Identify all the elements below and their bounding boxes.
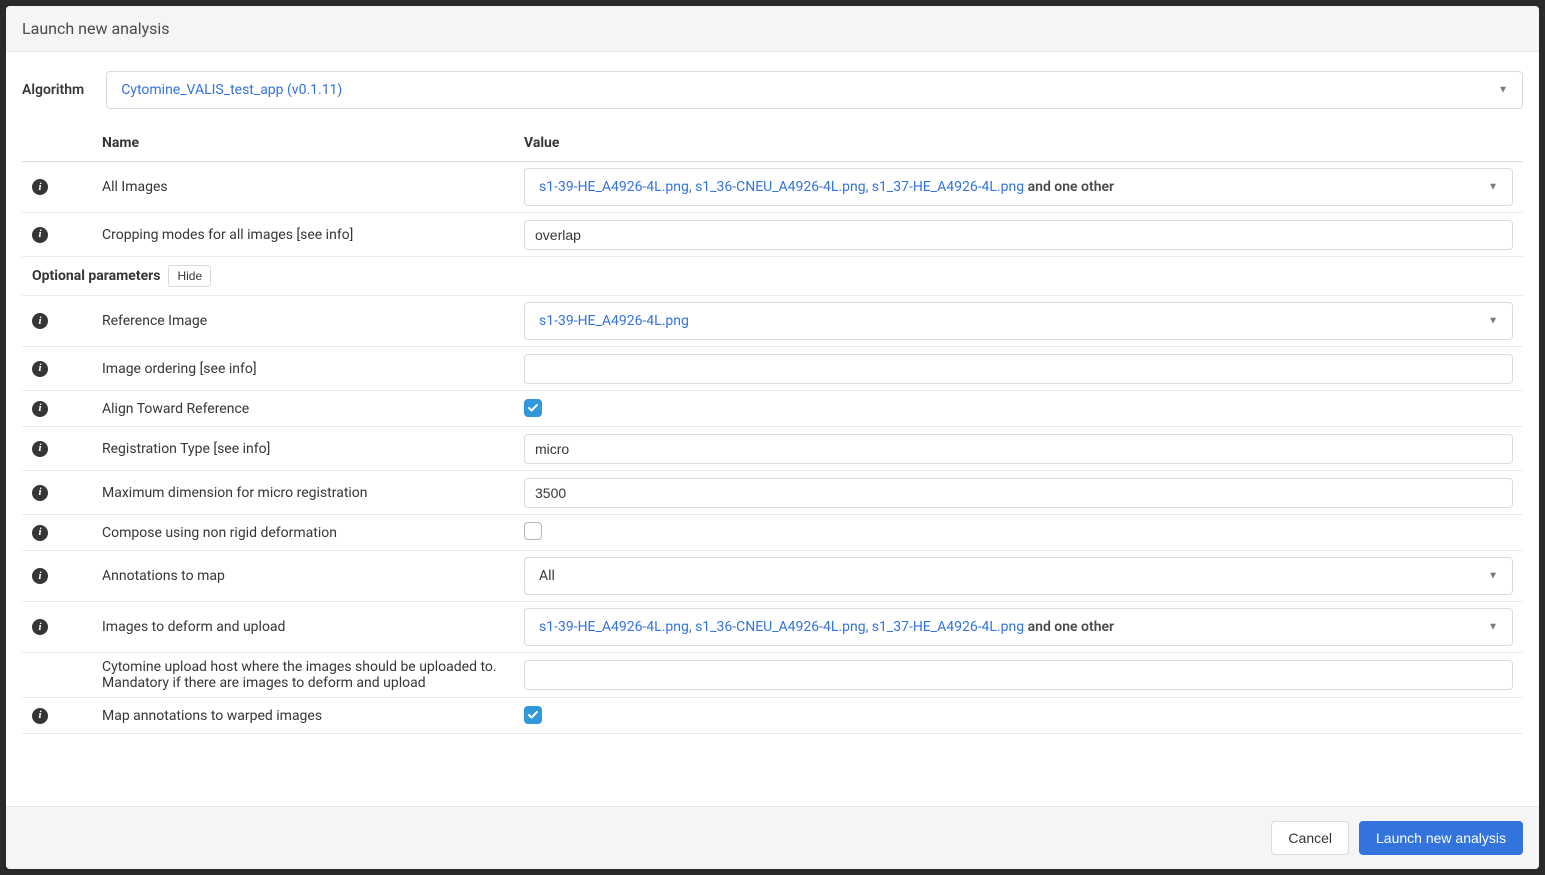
image-ordering-input[interactable] xyxy=(524,354,1513,384)
hide-optional-button[interactable]: Hide xyxy=(168,265,211,287)
info-icon[interactable]: i xyxy=(32,361,48,377)
param-label: Registration Type [see info] xyxy=(102,441,270,457)
all-images-value-suffix: and one other xyxy=(1024,179,1114,195)
info-icon[interactable]: i xyxy=(32,179,48,195)
all-images-dropdown[interactable]: s1-39-HE_A4926-4L.png, s1_36-CNEU_A4926-… xyxy=(524,168,1513,206)
param-image-ordering: i Image ordering [see info] xyxy=(22,347,1523,391)
info-icon[interactable]: i xyxy=(32,619,48,635)
info-icon[interactable]: i xyxy=(32,227,48,243)
param-annotations-to-map: i Annotations to map All ▼ xyxy=(22,551,1523,602)
param-cropping: i Cropping modes for all images [see inf… xyxy=(22,213,1523,257)
info-icon[interactable]: i xyxy=(32,708,48,724)
param-map-annotations: i Map annotations to warped images xyxy=(22,698,1523,734)
info-icon[interactable]: i xyxy=(32,485,48,501)
modal-body: Algorithm Cytomine_VALIS_test_app (v0.1.… xyxy=(6,52,1539,806)
annotations-to-map-value: All xyxy=(539,568,555,584)
algorithm-label: Algorithm xyxy=(22,82,84,98)
param-label: Cropping modes for all images [see info] xyxy=(102,227,353,243)
param-label: Cytomine upload host where the images sh… xyxy=(102,659,497,691)
params-header: Name Value xyxy=(22,125,1523,162)
param-label: Reference Image xyxy=(102,313,207,329)
all-images-value-link: s1-39-HE_A4926-4L.png, s1_36-CNEU_A4926-… xyxy=(539,179,1024,195)
modal-header: Launch new analysis xyxy=(6,6,1539,52)
reference-image-value: s1-39-HE_A4926-4L.png xyxy=(539,313,689,329)
cropping-input[interactable] xyxy=(524,220,1513,250)
map-annotations-checkbox[interactable] xyxy=(524,706,542,724)
column-value: Value xyxy=(524,135,1523,151)
param-label: Maximum dimension for micro registration xyxy=(102,485,368,501)
param-reference-image: i Reference Image s1-39-HE_A4926-4L.png … xyxy=(22,296,1523,347)
registration-type-input[interactable] xyxy=(524,434,1513,464)
cancel-button[interactable]: Cancel xyxy=(1271,821,1349,855)
param-label: Images to deform and upload xyxy=(102,619,285,635)
images-deform-dropdown[interactable]: s1-39-HE_A4926-4L.png, s1_36-CNEU_A4926-… xyxy=(524,608,1513,646)
info-icon[interactable]: i xyxy=(32,568,48,584)
param-registration-type: i Registration Type [see info] xyxy=(22,427,1523,471)
param-all-images: i All Images s1-39-HE_A4926-4L.png, s1_3… xyxy=(22,162,1523,213)
algorithm-row: Algorithm Cytomine_VALIS_test_app (v0.1.… xyxy=(22,71,1523,109)
launch-analysis-modal: Launch new analysis Algorithm Cytomine_V… xyxy=(6,6,1539,869)
modal-footer: Cancel Launch new analysis xyxy=(6,806,1539,869)
info-icon[interactable]: i xyxy=(32,313,48,329)
align-toward-reference-checkbox[interactable] xyxy=(524,399,542,417)
param-upload-host: Cytomine upload host where the images sh… xyxy=(22,653,1523,698)
compose-nonrigid-checkbox[interactable] xyxy=(524,522,542,540)
chevron-down-icon: ▼ xyxy=(1488,182,1498,193)
param-label: Compose using non rigid deformation xyxy=(102,525,337,541)
chevron-down-icon: ▼ xyxy=(1488,571,1498,582)
chevron-down-icon: ▼ xyxy=(1498,85,1508,96)
images-deform-value-link: s1-39-HE_A4926-4L.png, s1_36-CNEU_A4926-… xyxy=(539,619,1024,635)
param-align-toward-reference: i Align Toward Reference xyxy=(22,391,1523,427)
param-label: Align Toward Reference xyxy=(102,401,249,417)
reference-image-dropdown[interactable]: s1-39-HE_A4926-4L.png ▼ xyxy=(524,302,1513,340)
param-label: Map annotations to warped images xyxy=(102,708,322,724)
param-label: Annotations to map xyxy=(102,568,225,584)
annotations-to-map-dropdown[interactable]: All ▼ xyxy=(524,557,1513,595)
info-icon[interactable]: i xyxy=(32,525,48,541)
column-name: Name xyxy=(102,135,524,151)
algorithm-dropdown[interactable]: Cytomine_VALIS_test_app (v0.1.11) ▼ xyxy=(106,71,1523,109)
optional-params-section: Optional parameters Hide xyxy=(22,257,1523,296)
chevron-down-icon: ▼ xyxy=(1488,622,1498,633)
param-label: All Images xyxy=(102,179,168,195)
info-icon[interactable]: i xyxy=(32,441,48,457)
param-images-deform: i Images to deform and upload s1-39-HE_A… xyxy=(22,602,1523,653)
param-label: Image ordering [see info] xyxy=(102,361,257,377)
max-dimension-input[interactable] xyxy=(524,478,1513,508)
modal-title: Launch new analysis xyxy=(22,19,170,38)
launch-button[interactable]: Launch new analysis xyxy=(1359,821,1523,855)
upload-host-input[interactable] xyxy=(524,660,1513,690)
algorithm-value: Cytomine_VALIS_test_app (v0.1.11) xyxy=(121,82,342,98)
info-icon[interactable]: i xyxy=(32,401,48,417)
images-deform-value-suffix: and one other xyxy=(1024,619,1114,635)
param-max-dimension: i Maximum dimension for micro registrati… xyxy=(22,471,1523,515)
optional-params-label: Optional parameters xyxy=(32,268,160,284)
chevron-down-icon: ▼ xyxy=(1488,316,1498,327)
param-compose-nonrigid: i Compose using non rigid deformation xyxy=(22,515,1523,551)
